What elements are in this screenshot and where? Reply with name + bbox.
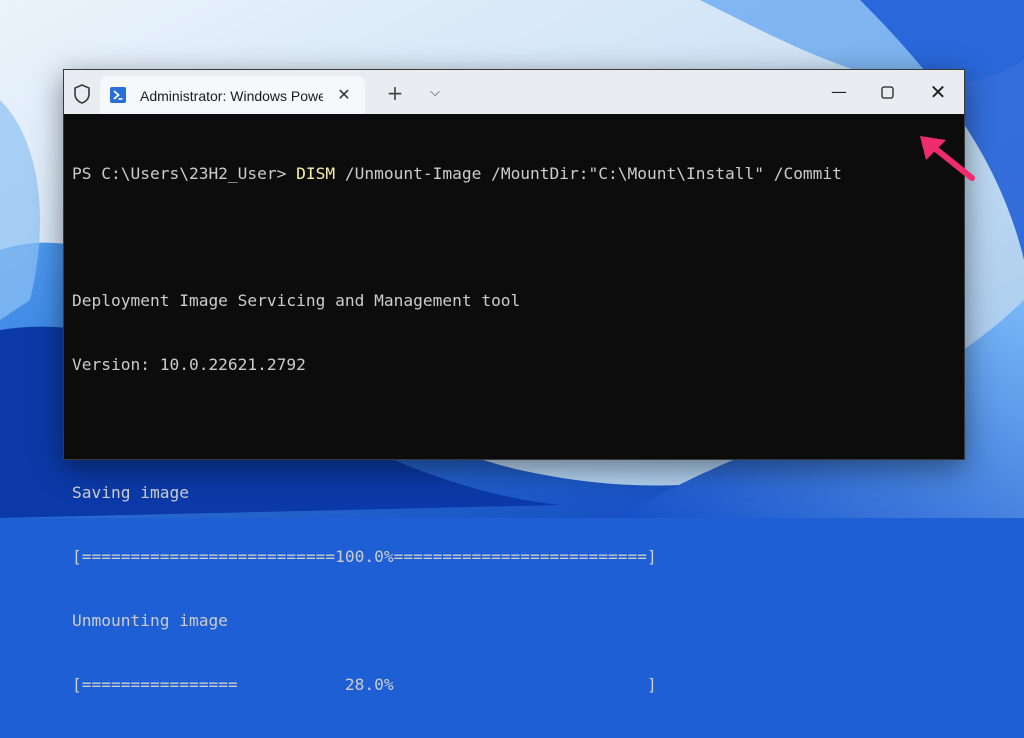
- tab-powershell[interactable]: Administrator: Windows PowerShell ✕: [100, 76, 365, 114]
- new-tab-icon[interactable]: +: [384, 82, 406, 104]
- tool-version: Version: 10.0.22621.2792: [72, 355, 306, 375]
- annotation-arrow-icon: [920, 136, 975, 181]
- command-name: DISM: [296, 163, 336, 183]
- close-icon[interactable]: ✕: [915, 78, 961, 106]
- command-args: /Unmount-Image /MountDir:"C:\Mount\Insta…: [335, 163, 842, 183]
- tab-close-icon[interactable]: ✕: [334, 85, 354, 105]
- console-output[interactable]: PS C:\Users\23H2_User> DISM /Unmount-Ima…: [72, 120, 956, 694]
- maximize-square: [880, 86, 894, 99]
- prompt: PS C:\Users\23H2_User>: [72, 163, 297, 183]
- unmount-progress-bar: [================ 28.0% ]: [72, 674, 657, 694]
- terminal-window: Administrator: Windows PowerShell ✕ + ⌵ …: [63, 69, 965, 694]
- saving-progress-bar: [==========================100.0%=======…: [72, 546, 657, 566]
- tool-name: Deployment Image Servicing and Managemen…: [72, 291, 521, 311]
- command-line: PS C:\Users\23H2_User> DISM /Unmount-Ima…: [72, 163, 956, 184]
- minimize-icon[interactable]: —: [816, 78, 862, 106]
- shield-icon: [74, 84, 90, 104]
- maximize-icon[interactable]: [864, 78, 910, 106]
- title-bar[interactable]: Administrator: Windows PowerShell ✕ + ⌵ …: [64, 70, 964, 114]
- tab-title: Administrator: Windows PowerShell: [140, 88, 323, 104]
- chevron-down-icon[interactable]: ⌵: [424, 82, 446, 104]
- powershell-icon: [110, 87, 126, 103]
- saving-label: Saving image: [72, 483, 189, 503]
- unmount-label: Unmounting image: [72, 610, 228, 630]
